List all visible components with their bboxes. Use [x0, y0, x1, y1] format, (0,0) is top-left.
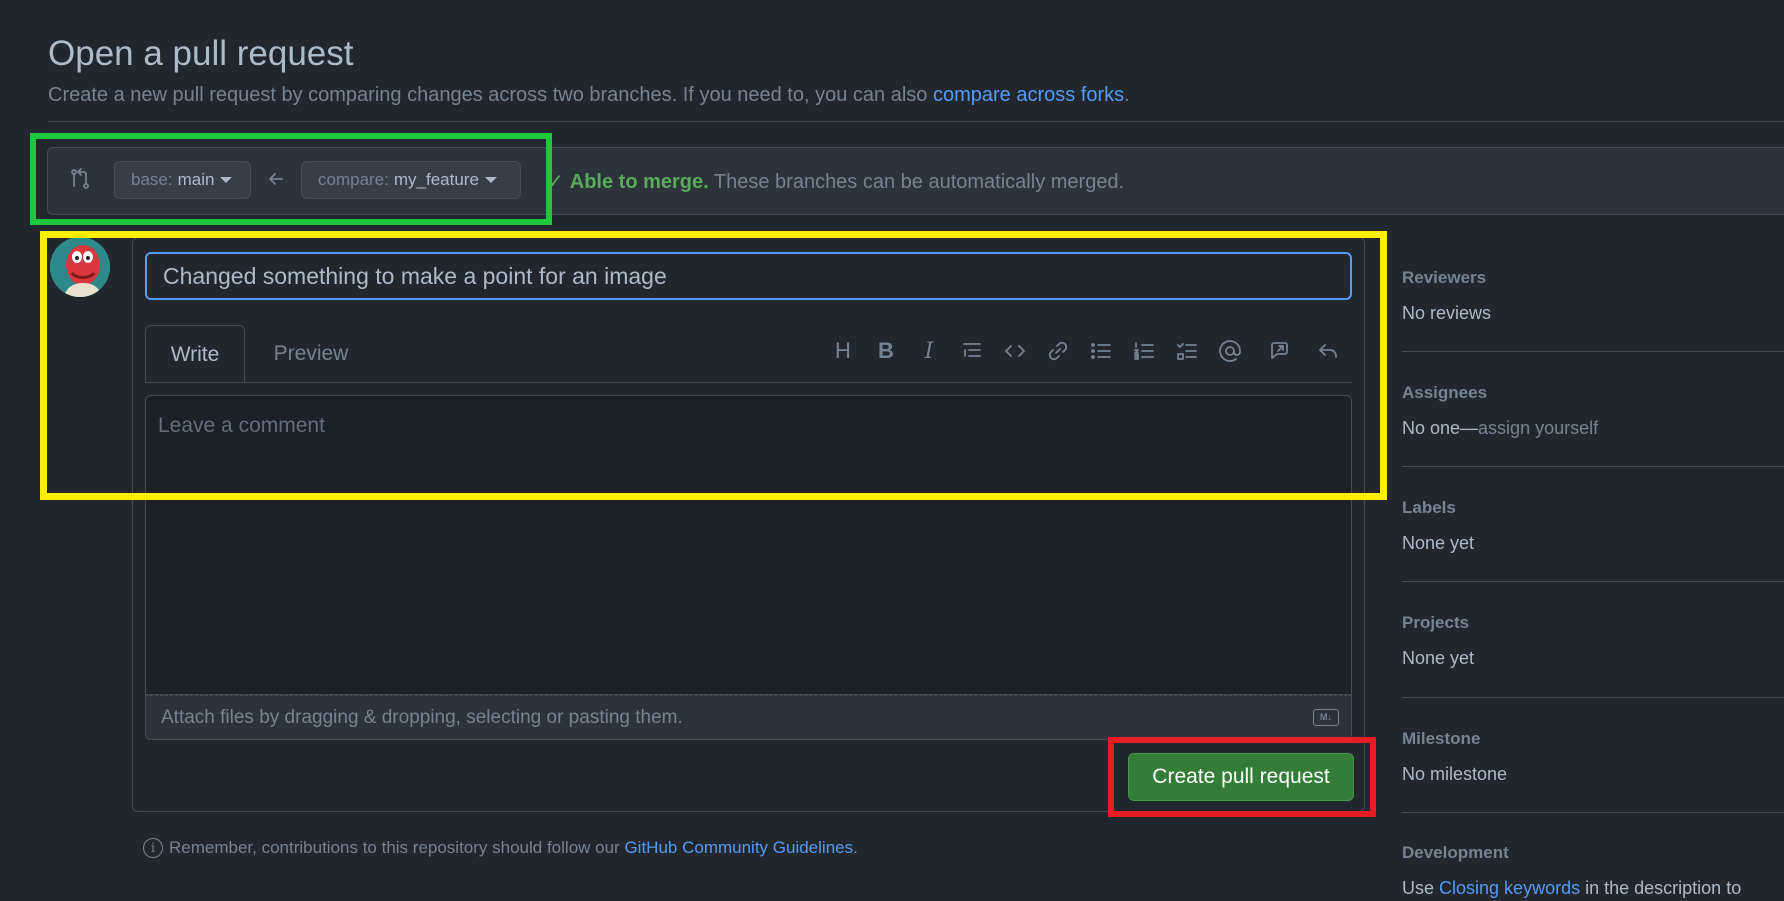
subtitle-text: Create a new pull request by comparing c… [48, 84, 928, 106]
task-list-icon[interactable] [1172, 336, 1202, 366]
mention-icon[interactable] [1215, 336, 1245, 366]
community-guidelines-link[interactable]: GitHub Community Guidelines [624, 838, 853, 858]
note-text: Remember, contributions to this reposito… [169, 838, 620, 857]
page-title: Open a pull request [48, 34, 354, 73]
check-icon: ✓ [547, 171, 564, 193]
reviewers-value: No reviews [1402, 303, 1492, 323]
subtitle-end: . [1124, 84, 1130, 106]
labels-value: None yet [1402, 533, 1475, 553]
page-subtitle: Create a new pull request by comparing c… [48, 84, 1130, 107]
sidebar-labels[interactable]: Labels None yet [1402, 498, 1784, 554]
sidebar-milestone[interactable]: Milestone No milestone [1402, 729, 1784, 785]
reviewers-label: Reviewers [1402, 268, 1487, 287]
quote-icon[interactable] [957, 336, 987, 366]
branch-compare-bar: base: main compare: my_feature ✓ Able to me… [47, 147, 1784, 215]
base-branch-select[interactable]: base: main [114, 161, 251, 199]
compare-value: my_feature [393, 170, 479, 189]
compare-branch-select[interactable]: compare: my_feature [301, 161, 521, 199]
bold-icon[interactable]: B [871, 336, 901, 366]
projects-value: None yet [1402, 648, 1475, 668]
heading-icon[interactable]: H [828, 336, 858, 366]
development-label: Development [1402, 843, 1509, 862]
ordered-list-icon[interactable] [1129, 336, 1159, 366]
italic-icon[interactable]: I [914, 336, 944, 366]
merge-detail-text: These branches can be automatically merg… [713, 171, 1125, 193]
create-pull-request-button[interactable]: Create pull request [1128, 753, 1354, 801]
chevron-down-icon [220, 177, 233, 183]
development-text: Use [1402, 878, 1435, 898]
note-end: . [853, 838, 858, 857]
code-icon[interactable] [1000, 336, 1030, 366]
merge-ok-text: Able to merge. [569, 171, 709, 193]
milestone-label: Milestone [1402, 729, 1481, 748]
sidebar-assignees[interactable]: Assignees No one—assign yourself [1402, 383, 1784, 439]
sidebar-divider [1402, 697, 1784, 698]
tab-divider [145, 382, 1352, 383]
comment-textarea[interactable] [145, 395, 1352, 695]
unordered-list-icon[interactable] [1086, 336, 1116, 366]
milestone-value: No milestone [1402, 764, 1508, 784]
link-icon[interactable] [1043, 336, 1073, 366]
sidebar-divider [1402, 581, 1784, 582]
avatar[interactable] [50, 237, 110, 297]
undo-icon[interactable] [1313, 336, 1343, 366]
assignees-value: No one— [1402, 418, 1479, 438]
assign-yourself-link[interactable]: assign yourself [1478, 418, 1598, 438]
tab-write[interactable]: Write [145, 325, 245, 383]
contribution-note: i Remember, contributions to this reposi… [143, 838, 858, 858]
sidebar-divider [1402, 812, 1784, 813]
sidebar-divider [1402, 351, 1784, 352]
base-key: base: [131, 170, 173, 189]
header-divider [48, 121, 1784, 122]
compare-across-forks-link[interactable]: compare across forks [933, 84, 1124, 106]
chevron-down-icon [484, 177, 497, 183]
title-input[interactable] [145, 252, 1352, 300]
assignees-label: Assignees [1402, 383, 1488, 402]
sidebar-reviewers[interactable]: Reviewers No reviews [1402, 268, 1784, 324]
reference-icon[interactable] [1264, 336, 1294, 366]
info-icon: i [143, 838, 163, 858]
arrow-left-icon [266, 169, 286, 194]
markdown-icon[interactable]: M↓ [1313, 709, 1339, 726]
projects-label: Projects [1402, 613, 1470, 632]
attach-files-text: Attach files by dragging & dropping, sel… [161, 706, 683, 728]
sidebar-divider [1402, 466, 1784, 467]
compare-key: compare: [318, 170, 389, 189]
tab-preview[interactable]: Preview [255, 325, 367, 383]
development-text-end: in the description to [1585, 878, 1742, 898]
sidebar-projects[interactable]: Projects None yet [1402, 613, 1784, 669]
closing-keywords-link[interactable]: Closing keywords [1439, 878, 1580, 898]
compare-branches-icon [68, 167, 92, 196]
labels-label: Labels [1402, 498, 1456, 517]
base-value: main [177, 170, 215, 189]
merge-status: ✓ Able to merge. These branches can be au… [547, 169, 1124, 194]
sidebar-development[interactable]: Development Use Closing keywords in the … [1402, 843, 1784, 899]
attach-files-bar[interactable]: Attach files by dragging & dropping, sel… [145, 695, 1352, 740]
